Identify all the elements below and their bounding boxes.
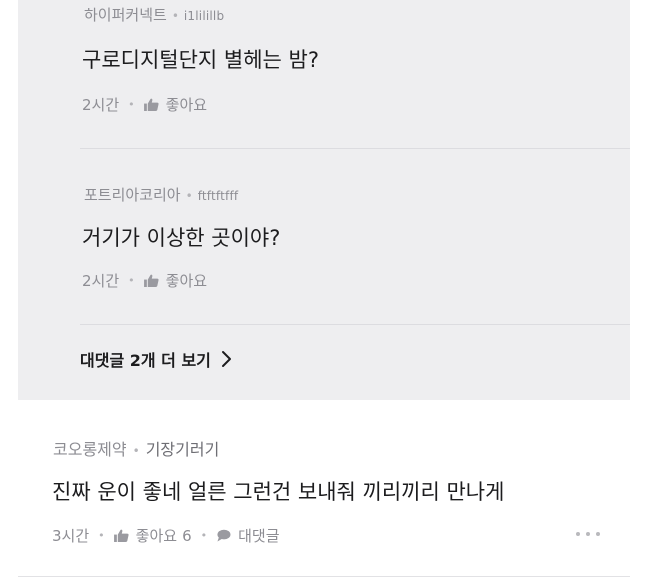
chevron-right-icon bbox=[221, 351, 231, 367]
reply-time: 2시간 bbox=[82, 96, 120, 114]
like-count: 6 bbox=[182, 526, 192, 545]
more-replies-label: 대댓글 2개 더 보기 bbox=[80, 351, 211, 370]
more-dots-icon[interactable] bbox=[576, 532, 600, 538]
reply-handle[interactable]: i1lilillb bbox=[184, 9, 224, 23]
thumbs-up-icon bbox=[113, 529, 129, 542]
comment-item: 코오롱제약 • 기장기러기 진짜 운이 좋네 얼른 그런건 보내줘 끼리끼리 만나게… bbox=[18, 400, 630, 577]
reply-handle[interactable]: ftftftfff bbox=[198, 189, 239, 203]
reply-author[interactable]: 하이퍼커넥트 bbox=[84, 6, 167, 24]
separator-dot: • bbox=[128, 274, 135, 287]
separator-dot: • bbox=[132, 444, 140, 458]
dot bbox=[596, 532, 600, 536]
reply-meta: 하이퍼커넥트 • i1lilillb bbox=[84, 4, 224, 25]
reply-time: 2시간 bbox=[82, 272, 120, 290]
like-button[interactable]: 좋아요 bbox=[143, 94, 208, 115]
separator-dot: • bbox=[200, 529, 208, 542]
comment-company[interactable]: 코오롱제약 bbox=[53, 440, 127, 459]
separator-dot: • bbox=[98, 529, 105, 542]
more-replies-button[interactable]: 대댓글 2개 더 보기 bbox=[80, 347, 233, 371]
like-button[interactable]: 좋아요 6 bbox=[113, 525, 192, 546]
thumbs-up-icon bbox=[143, 274, 159, 287]
comment-nickname[interactable]: 기장기러기 bbox=[146, 440, 220, 459]
reply-label: 대댓글 bbox=[238, 527, 280, 545]
speech-bubble-icon bbox=[217, 529, 231, 542]
reply-actions: 2시간 • 좋아요 bbox=[82, 270, 207, 291]
dot bbox=[576, 532, 580, 536]
reply-button[interactable]: 대댓글 bbox=[216, 525, 280, 546]
reply-author[interactable]: 포트리아코리아 bbox=[84, 186, 181, 204]
reply-item: 하이퍼커넥트 • i1lilillb 구로디지털단지 별헤는 밤? 2시간 • 좋아… bbox=[80, 0, 630, 149]
reply-text: 구로디지털단지 별헤는 밤? bbox=[82, 48, 320, 72]
separator-dot: • bbox=[185, 189, 193, 203]
like-button[interactable]: 좋아요 bbox=[143, 270, 208, 291]
reply-actions: 2시간 • 좋아요 bbox=[82, 94, 207, 115]
separator-dot: • bbox=[171, 9, 179, 23]
reply-item: 포트리아코리아 • ftftftfff 거기가 이상한 곳이야? 2시간 • 좋아요 bbox=[80, 149, 630, 325]
like-label: 좋아요 bbox=[135, 527, 178, 545]
comment-actions: 3시간 • 좋아요 6 • 대댓글 bbox=[52, 525, 280, 546]
comment-text: 진짜 운이 좋네 얼른 그런건 보내줘 끼리끼리 만나게 bbox=[52, 480, 505, 504]
like-label: 좋아요 bbox=[165, 272, 208, 290]
dot bbox=[586, 532, 590, 536]
comment-time: 3시간 bbox=[52, 527, 90, 545]
like-label: 좋아요 bbox=[165, 96, 208, 114]
reply-text: 거기가 이상한 곳이야? bbox=[82, 226, 281, 250]
reply-meta: 포트리아코리아 • ftftftfff bbox=[84, 184, 238, 205]
comment-meta: 코오롱제약 • 기장기러기 bbox=[53, 436, 219, 460]
thumbs-up-icon bbox=[143, 98, 159, 111]
separator-dot: • bbox=[128, 98, 135, 111]
reply-thread: 하이퍼커넥트 • i1lilillb 구로디지털단지 별헤는 밤? 2시간 • 좋아… bbox=[18, 0, 630, 400]
